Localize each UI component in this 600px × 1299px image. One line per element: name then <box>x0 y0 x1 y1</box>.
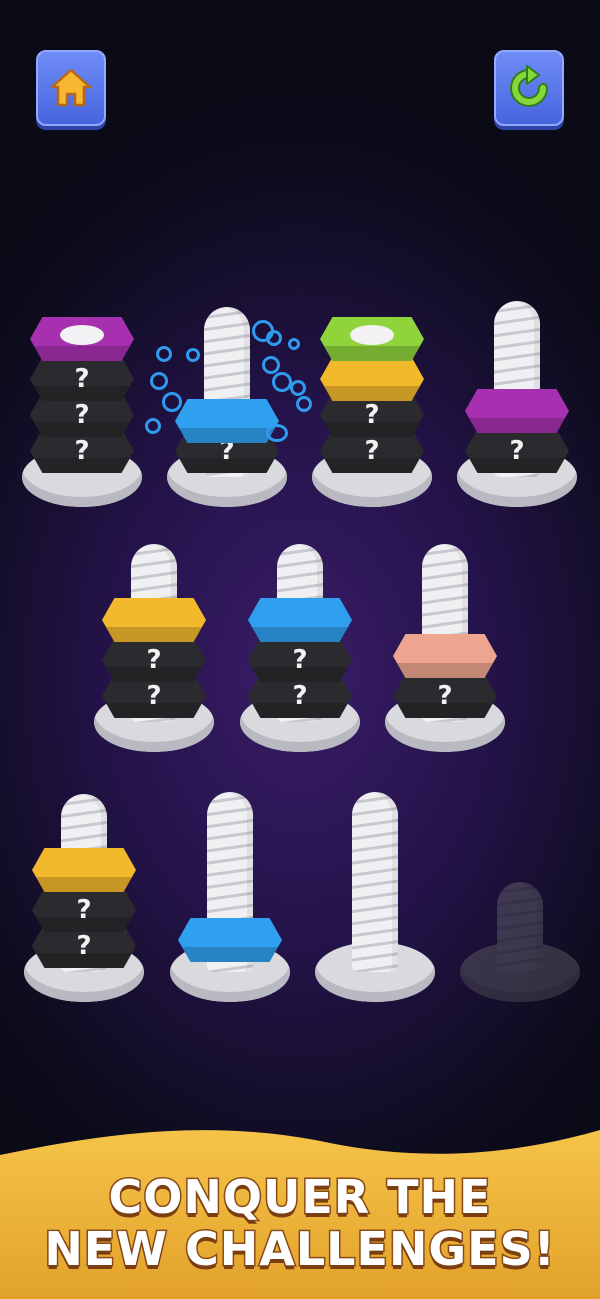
bolt-9[interactable] <box>168 790 292 1002</box>
bolt-1[interactable]: ? ? ? <box>20 295 144 507</box>
splash-bubble <box>156 346 172 362</box>
purple-nut <box>465 389 569 433</box>
splash-bubble <box>186 348 200 362</box>
yellow-nut <box>320 357 424 401</box>
hidden-nut: ? <box>102 638 206 682</box>
splash-bubble <box>290 380 306 396</box>
banner-title-line-2: NEW CHALLENGES! <box>43 1221 556 1278</box>
hidden-nut: ? <box>248 638 352 682</box>
bolt-shaft <box>352 792 398 972</box>
restart-button[interactable] <box>494 50 564 126</box>
bolt-8[interactable]: ? ? <box>22 790 146 1002</box>
splash-bubble <box>266 330 282 346</box>
hidden-nut: ? <box>30 357 134 401</box>
splash-bubble <box>145 418 161 434</box>
yellow-nut <box>32 848 136 892</box>
home-icon <box>50 68 92 107</box>
hidden-nut: ? <box>393 674 497 718</box>
bolt-7[interactable]: ? <box>383 540 507 752</box>
bolt-10-empty[interactable] <box>313 790 437 1002</box>
bolt-4[interactable]: ? <box>455 295 579 507</box>
green-nut <box>320 317 424 361</box>
splash-bubble <box>162 392 182 412</box>
splash-bubble <box>150 372 168 390</box>
hidden-nut: ? <box>32 888 136 932</box>
locked-bolt[interactable] <box>458 790 582 1002</box>
home-button[interactable] <box>36 50 106 126</box>
blue-nut <box>178 918 282 962</box>
bolt-shaft <box>497 882 543 972</box>
bolt-6[interactable]: ? ? <box>238 540 362 752</box>
blue-nut-splashing <box>175 399 279 443</box>
splash-bubble <box>272 372 292 392</box>
purple-nut <box>30 317 134 361</box>
splash-bubble <box>262 356 280 374</box>
blue-nut <box>248 598 352 642</box>
yellow-nut <box>102 598 206 642</box>
peach-nut <box>393 634 497 678</box>
hidden-nut: ? <box>465 429 569 473</box>
bolt-5[interactable]: ? ? <box>92 540 216 752</box>
splash-bubble <box>266 424 288 442</box>
banner-title-line-1: CONQUER THE <box>107 1169 492 1226</box>
splash-bubble <box>288 338 300 350</box>
bolt-3[interactable]: ? ? <box>310 295 434 507</box>
restart-icon <box>510 65 548 107</box>
